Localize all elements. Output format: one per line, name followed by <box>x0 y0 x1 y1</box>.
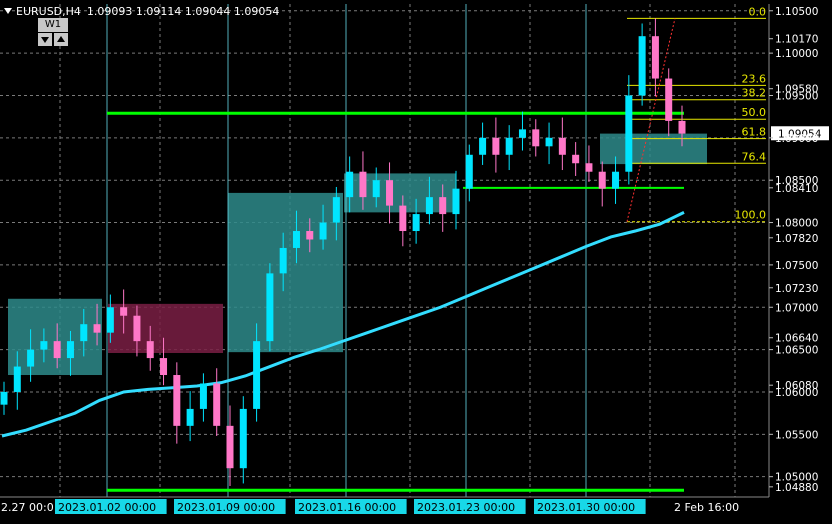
price-tick-label: 1.10170 <box>775 34 818 46</box>
candle-body <box>199 383 207 409</box>
candle-body <box>93 324 101 333</box>
timeframe-switcher: W1 <box>38 18 68 47</box>
candle-body <box>292 231 300 248</box>
candle-body <box>266 273 274 342</box>
candle-body <box>13 366 21 392</box>
candle-body <box>253 341 261 409</box>
fib-level-label: 61.8 <box>742 126 767 139</box>
supply-zone-box <box>600 133 707 165</box>
fib-level-label: 23.6 <box>742 72 767 85</box>
candle-body <box>678 120 686 134</box>
candle-body <box>558 137 566 155</box>
candle-body <box>638 36 646 96</box>
arrow-up-icon[interactable] <box>54 33 68 46</box>
candle-body <box>332 197 340 223</box>
candle-body <box>585 163 593 172</box>
chart-background <box>0 0 832 524</box>
candle-body <box>465 154 473 189</box>
ohlc-readout: 1.09093 1.09114 1.09044 1.09054 <box>86 5 280 18</box>
candle-body <box>160 358 168 376</box>
candle-body <box>66 341 74 359</box>
time-tick-label: 2023.01.09 00:00 <box>177 501 275 514</box>
candle-body <box>146 341 154 359</box>
candle-body <box>226 425 234 469</box>
price-tick-label: 1.05500 <box>775 429 818 441</box>
symbol-label: EURUSD,H4 <box>16 5 81 18</box>
candle-body <box>625 95 633 172</box>
candle-body <box>492 137 500 155</box>
candle-body <box>612 171 620 189</box>
candle-body <box>213 383 221 426</box>
candle-body <box>133 315 141 342</box>
time-tick-label: 2023.01.02 00:00 <box>58 501 156 514</box>
candle-body <box>452 188 460 215</box>
candle-body <box>545 137 553 147</box>
candle-body <box>518 129 526 138</box>
candle-body <box>106 307 114 333</box>
candle-body <box>27 349 35 367</box>
time-tick-label: 2023.01.16 00:00 <box>298 501 396 514</box>
candle-body <box>239 408 247 469</box>
fib-level-label: 76.4 <box>742 150 767 163</box>
price-tick-label: 1.07000 <box>775 302 818 314</box>
price-tick-label: 1.04880 <box>775 482 818 494</box>
chevron-down-icon[interactable] <box>4 8 12 14</box>
time-tick-label: 2.27 00:0 <box>1 501 54 514</box>
candle-body <box>598 171 606 189</box>
price-chart[interactable]: 0.0 23.6 38.2 50.0 61.8 76.4 100.0 1.10500 1.10… <box>0 0 832 524</box>
time-tick-label: 2023.01.30 00:00 <box>537 501 635 514</box>
candle-body <box>319 222 327 240</box>
candle-body <box>505 137 513 155</box>
candle-body <box>412 214 420 232</box>
supply-zone-box <box>8 298 102 376</box>
price-tick-label: 1.09000 <box>775 133 818 145</box>
candle-body <box>372 180 380 198</box>
candle-body <box>651 36 659 79</box>
fib-level-label: 0.0 <box>749 5 767 18</box>
candle-body <box>279 247 287 274</box>
candle-body <box>399 205 407 232</box>
fib-level-label: 50.0 <box>742 106 767 119</box>
price-tick-label: 1.10500 <box>775 6 818 18</box>
price-tick-label: 1.06640 <box>775 333 818 345</box>
price-tick-label: 1.07820 <box>775 233 818 245</box>
candle-body <box>532 129 540 147</box>
candle-body <box>173 375 181 426</box>
candle-body <box>665 78 673 121</box>
candle-body <box>0 391 8 405</box>
candle-body <box>53 341 61 359</box>
candle-body <box>386 180 394 206</box>
time-tick-label: 2023.01.23 00:00 <box>417 501 515 514</box>
candle-body <box>425 197 433 215</box>
price-tick-label: 1.08000 <box>775 218 818 230</box>
fib-level-label: 38.2 <box>742 87 767 100</box>
candle-body <box>306 231 314 240</box>
chart-header: EURUSD,H4 1.09093 1.09114 1.09044 1.09054 <box>4 5 279 18</box>
candle-body <box>439 197 447 215</box>
price-tick-label: 1.07230 <box>775 283 818 295</box>
candle-body <box>120 307 128 316</box>
price-tick-label: 1.06000 <box>775 387 818 399</box>
price-tick-label: 1.09500 <box>775 90 818 102</box>
time-tick-label: 2 Feb 16:00 <box>674 501 739 514</box>
timeframe-button[interactable]: W1 <box>38 18 68 32</box>
price-tick-label: 1.08410 <box>775 183 818 195</box>
price-tick-label: 1.07500 <box>775 260 818 272</box>
arrow-down-icon[interactable] <box>38 33 52 46</box>
candle-body <box>40 341 48 350</box>
price-tick-label: 1.06500 <box>775 345 818 357</box>
candle-body <box>80 324 88 342</box>
fib-level-label: 100.0 <box>735 209 767 222</box>
candle-body <box>186 408 194 426</box>
candle-body <box>572 154 580 164</box>
price-tick-label: 1.10000 <box>775 48 818 60</box>
candle-body <box>359 171 367 198</box>
candle-body <box>479 137 487 155</box>
candle-body <box>346 171 354 198</box>
